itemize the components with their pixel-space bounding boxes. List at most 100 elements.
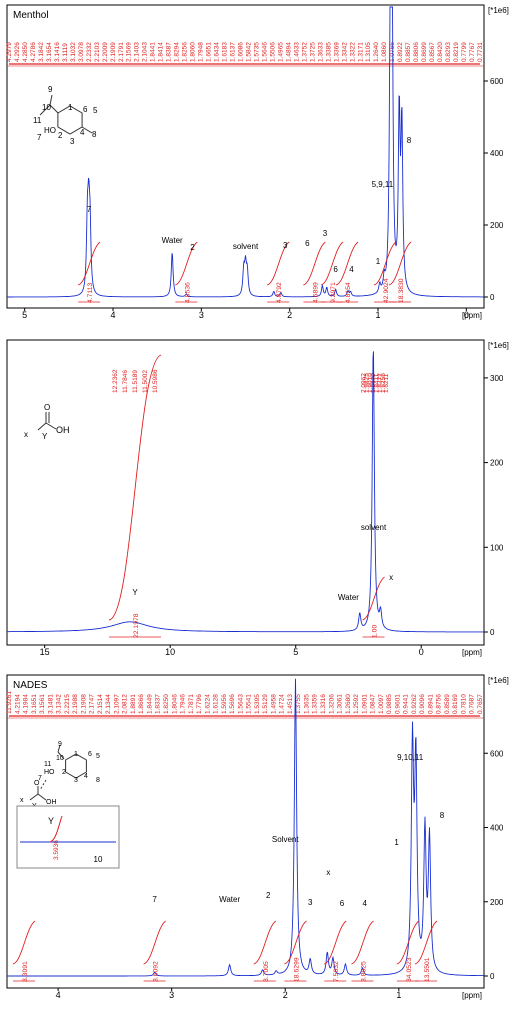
structure-label: 10 [42, 103, 51, 112]
peak-list-label: 2.1747 [89, 694, 96, 714]
peak-list-label: 2.1908 [80, 694, 87, 714]
peak-list-label: 1.6224 [204, 694, 211, 714]
y-tick-label: 200 [490, 898, 504, 907]
bond [45, 422, 57, 430]
peak-list-label: 1.3171 [357, 42, 364, 62]
peak-list-label: 1.0097 [378, 694, 385, 714]
peak-annotation: 8 [440, 811, 445, 820]
peak-list-label: 1.8449 [146, 694, 153, 714]
x-tick-label: 4 [110, 310, 115, 320]
y-tick-label: 300 [490, 374, 504, 383]
peak-list-label: 2.0812 [122, 694, 129, 714]
chart-title: NADES [13, 680, 48, 691]
y-tick-label: 0 [490, 628, 495, 637]
inset-label: Y [48, 816, 54, 826]
peak-list-label: 1.3206 [328, 694, 335, 714]
integral-curve [335, 241, 359, 286]
peak-list-label: 1.6211 [383, 373, 390, 393]
peak-list-label: 3.1651 [31, 694, 38, 714]
bond [37, 793, 47, 801]
peak-list-label: 4.2786 [30, 42, 37, 62]
structure-label: O [34, 780, 40, 787]
peak-list-label: 1.6128 [213, 694, 220, 714]
peak-list-label: 0.8589 [444, 694, 451, 714]
peak-list-label: 3.1842 [38, 42, 45, 62]
peak-list-label: 1.3635 [303, 694, 310, 714]
peak-list-label: 1.3316 [320, 694, 327, 714]
peak-list-label: 1.4965 [277, 42, 284, 62]
inset-box [16, 805, 120, 869]
y-tick-label: 100 [490, 543, 504, 552]
structure-label: x [20, 797, 24, 804]
integral-value: 1.00 [372, 625, 379, 638]
peak-annotation: solvent [233, 242, 259, 251]
peak-list-label: 1.3633 [317, 42, 324, 62]
peak-annotation: 8 [407, 136, 412, 145]
peak-annotation: 1 [394, 838, 399, 847]
integral-value: 18.3830 [398, 278, 405, 303]
peak-list-label: 0.8169 [452, 694, 459, 714]
y-unit-label: [*1e6] [488, 341, 509, 350]
peak-list-label: 1.0860 [381, 42, 388, 62]
peak-list-label: 0.7767 [469, 42, 476, 62]
peak-list-label: 3.1342 [56, 694, 63, 714]
peak-list-label: 1.6183 [222, 42, 229, 62]
y-tick-label: 400 [490, 824, 504, 833]
peak-list-label: 4.2926 [14, 42, 21, 62]
peak-list-label: 0.8293 [445, 42, 452, 62]
structure-label: HO [44, 769, 55, 776]
peak-list-label: 2.2009 [102, 42, 109, 62]
peak-annotation: 9,10,11 [397, 753, 424, 762]
integral-curve [253, 920, 277, 965]
structure-label: OH [46, 799, 57, 806]
peak-list-label: 1.6086 [238, 42, 245, 62]
structure-label: 8 [96, 777, 100, 784]
integral-curve [143, 920, 166, 965]
peak-list-label: 3.1032 [70, 42, 77, 62]
structure-label: x [24, 430, 28, 439]
peak-list-label: 0.9096 [419, 694, 426, 714]
spectrum-trace [7, 351, 484, 633]
peak-list-label: 1.5956 [221, 694, 228, 714]
peak-list-label: 1.7871 [188, 694, 195, 714]
x-tick-label: 4 [56, 990, 61, 1000]
x-unit-label: [ppm] [462, 648, 482, 657]
x-tick-label: 10 [165, 647, 175, 657]
peak-list-label: 1.3322 [349, 42, 356, 62]
x-tick-label: 1 [396, 990, 401, 1000]
peak-list-label: 1.5735 [253, 42, 260, 62]
peak-list-label: 11.5189 [132, 370, 139, 393]
menthol-spectrum: Menthol0200400600[*1e6]5 4 3 2 1 0[ppm]4.2979… [6, 4, 509, 320]
peak-list-label: 2.1514 [97, 694, 104, 714]
peak-list-label: 0.8420 [437, 42, 444, 62]
peak-list-label: 2.2215 [64, 694, 71, 714]
peak-list-label: 1.8060 [190, 42, 197, 62]
peak-list-label: 1.4633 [293, 42, 300, 62]
x-tick-label: 0 [419, 647, 424, 657]
integral-value: 4.8154 [345, 282, 352, 303]
plot-frame [6, 339, 485, 646]
peak-list-label: 1.2680 [345, 694, 352, 714]
menthol-panel: Menthol 0 200 400 600 [*1e6] 5 4 3 2 1 0 [ppm] 4.2979… [0, 0, 524, 330]
peak-list-label: 2.1909 [110, 42, 117, 62]
peak-list-label: 1.8250 [163, 694, 170, 714]
y-tick-label: 0 [490, 293, 495, 302]
peak-list-label: 0.9601 [394, 694, 401, 714]
structure-label: 11 [33, 116, 42, 125]
y-tick-label: 600 [490, 77, 504, 86]
inset-integral-value: 3.5936 [53, 840, 60, 860]
peak-list-label: 1.4958 [270, 694, 277, 714]
peak-annotation: 6 [333, 265, 338, 274]
peak-list-label: 1.3359 [312, 694, 319, 714]
structure-label: O [44, 403, 50, 412]
peak-list-label: 2.1569 [126, 42, 133, 62]
peak-list-label: 0.7731 [477, 42, 484, 62]
structure-label: 7 [37, 133, 42, 142]
peak-list-label: 4.1984 [23, 694, 30, 714]
peak-list-label: 2.1791 [118, 42, 125, 62]
peak-list-label: 3.1119 [62, 43, 69, 62]
y-tick-label: 0 [490, 972, 495, 981]
structure-label: 9 [48, 85, 53, 94]
structure-label: 8 [92, 130, 97, 139]
peak-list-label: 1.5506 [269, 42, 276, 62]
